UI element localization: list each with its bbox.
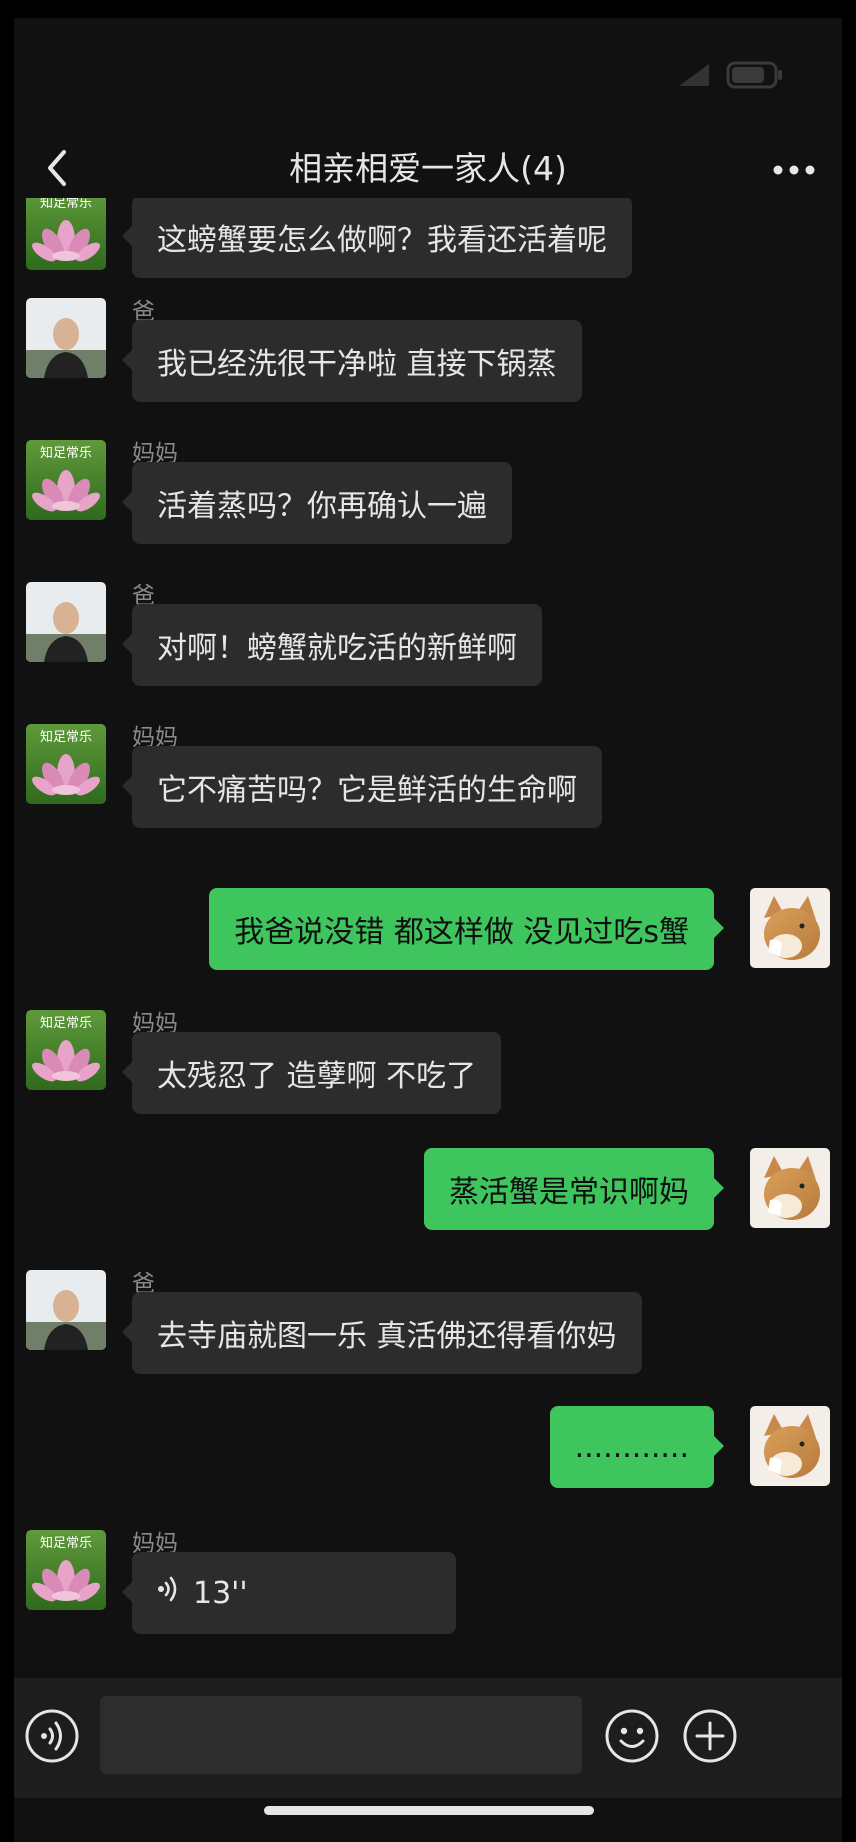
chat-title: 相亲相爱一家人(4) (289, 149, 567, 188)
message-bubble[interactable]: 去寺庙就图一乐 真活佛还得看你妈 (122, 1292, 642, 1374)
avatar-logo-text: 知足常乐 (40, 1015, 92, 1031)
input-bar (14, 1678, 842, 1798)
status-bar (14, 18, 842, 118)
plus-icon[interactable] (682, 1708, 738, 1764)
avatar-me[interactable] (750, 1406, 830, 1486)
avatar-me[interactable] (750, 1148, 830, 1228)
avatar-mom[interactable]: 知足常乐 (26, 1010, 106, 1090)
avatar-logo-text: 知足常乐 (40, 198, 92, 211)
message-row: 爸 对啊！螃蟹就吃活的新鲜啊 (14, 582, 842, 712)
message-row: 知足常乐 妈妈 13'' (14, 1530, 842, 1660)
avatar-logo-text: 知足常乐 (40, 729, 92, 745)
message-row: 知足常乐 妈妈 太残忍了 造孽啊 不吃了 (14, 1010, 842, 1140)
avatar-mom[interactable]: 知足常乐 (26, 1530, 106, 1610)
battery-icon (726, 60, 784, 94)
voice-message-bubble[interactable]: 13'' (122, 1552, 456, 1634)
home-indicator[interactable] (264, 1806, 594, 1815)
message-row: 爸 我已经洗很干净啦 直接下锅蒸 (14, 298, 842, 428)
avatar-logo-text: 知足常乐 (40, 1535, 92, 1551)
avatar-mom[interactable]: 知足常乐 (26, 198, 106, 270)
message-bubble[interactable]: ............ (549, 1406, 725, 1488)
signal-icon (677, 62, 713, 92)
voice-duration: 13'' (193, 1575, 248, 1611)
message-bubble[interactable]: 我爸说没错 都这样做 没见过吃s蟹 (209, 888, 724, 970)
message-row: 蒸活蟹是常识啊妈 (14, 1148, 842, 1248)
message-bubble[interactable]: 活着蒸吗？你再确认一遍 (122, 462, 512, 544)
message-bubble[interactable]: 它不痛苦吗？它是鲜活的生命啊 (122, 746, 602, 828)
message-bubble[interactable]: 对啊！螃蟹就吃活的新鲜啊 (122, 604, 542, 686)
message-row: 知足常乐 妈妈 它不痛苦吗？它是鲜活的生命啊 (14, 724, 842, 854)
message-bubble[interactable]: 这螃蟹要怎么做啊？我看还活着呢 (122, 198, 632, 278)
message-row: 我爸说没错 都这样做 没见过吃s蟹 (14, 888, 842, 988)
message-bubble[interactable]: 我已经洗很干净啦 直接下锅蒸 (122, 320, 582, 402)
message-bubble[interactable]: 蒸活蟹是常识啊妈 (424, 1148, 724, 1230)
message-input[interactable] (100, 1696, 582, 1774)
message-bubble[interactable]: 太残忍了 造孽啊 不吃了 (121, 1032, 502, 1114)
voice-icon[interactable] (24, 1708, 80, 1764)
message-list[interactable]: 知足常乐 妈妈 这螃蟹要怎么做啊？我看还活着呢 爸 我已经洗很干净啦 直接下锅蒸… (14, 198, 842, 1678)
avatar-mom[interactable]: 知足常乐 (26, 724, 106, 804)
message-row: ............ (14, 1406, 842, 1506)
emoji-icon[interactable] (604, 1708, 660, 1764)
avatar-dad[interactable] (26, 1270, 106, 1350)
avatar-logo-text: 知足常乐 (40, 445, 92, 461)
voice-wave-icon (157, 1574, 179, 1612)
message-row: 知足常乐 妈妈 活着蒸吗？你再确认一遍 (14, 440, 842, 570)
avatar-me[interactable] (750, 888, 830, 968)
chat-screen: 相亲相爱一家人(4) 知足常乐 妈妈 这螃蟹要怎么做啊？我看还活着呢 爸 我已经… (14, 18, 842, 1842)
avatar-dad[interactable] (26, 582, 106, 662)
message-row: 知足常乐 妈妈 这螃蟹要怎么做啊？我看还活着呢 (14, 198, 842, 298)
more-icon[interactable] (766, 144, 822, 196)
message-row: 爸 去寺庙就图一乐 真活佛还得看你妈 (14, 1270, 842, 1400)
avatar-dad[interactable] (26, 298, 106, 378)
avatar-mom[interactable]: 知足常乐 (26, 440, 106, 520)
